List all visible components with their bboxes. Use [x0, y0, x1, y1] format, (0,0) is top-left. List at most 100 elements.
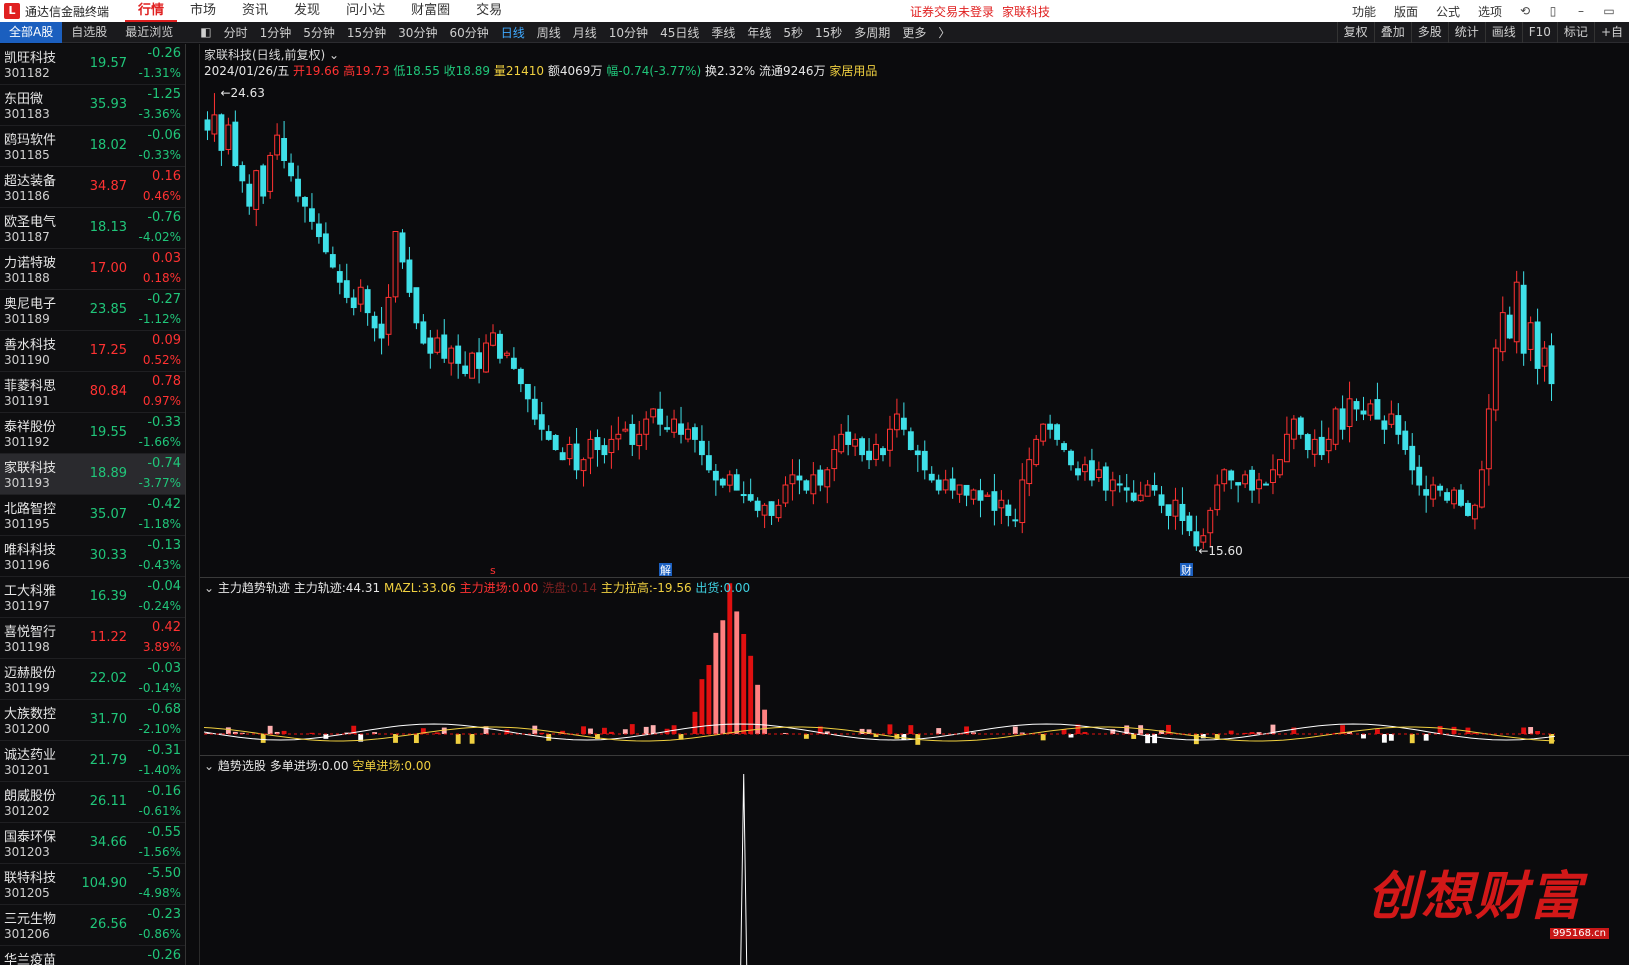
stock-row[interactable]: 喜悦智行 301198 11.22 0.42 3.89% — [0, 618, 185, 659]
indicator1-name[interactable]: 主力趋势轨迹 — [218, 581, 290, 595]
stock-row[interactable]: 东田微 301183 35.93 -1.25 -3.36% — [0, 85, 185, 126]
candle-body — [970, 489, 977, 500]
period-monthly[interactable]: 月线 — [567, 24, 603, 41]
tool-fuquan[interactable]: 复权 — [1336, 22, 1374, 43]
menu-gongshi[interactable]: 公式 — [1427, 3, 1469, 20]
period-15sec[interactable]: 15秒 — [809, 24, 848, 41]
period-yearly[interactable]: 年线 — [741, 24, 777, 41]
candle-body — [343, 280, 350, 298]
tab-all-a-shares[interactable]: 全部A股 — [0, 21, 63, 43]
stock-row[interactable]: 诚达药业 301201 21.79 -0.31 -1.40% — [0, 741, 185, 782]
sector-label[interactable]: 家居用品 — [829, 64, 877, 78]
watermark-logo: 创想财富 — [1366, 866, 1583, 927]
candle-body — [1235, 482, 1242, 486]
indicator-bar-neg — [260, 734, 266, 743]
collapse-icon-2[interactable]: ⌄ — [204, 759, 214, 773]
app-logo-icon: L — [4, 3, 20, 19]
candle-body — [845, 431, 852, 445]
stock-row[interactable]: 力诺特玻 301188 17.00 0.03 0.18% — [0, 249, 185, 290]
stock-price: 17.00 — [89, 261, 127, 276]
tool-add-watch[interactable]: +自 — [1593, 22, 1629, 43]
chart-options-icon[interactable]: ⌄ — [329, 48, 339, 62]
period-15min[interactable]: 15分钟 — [341, 24, 392, 41]
kline-chart[interactable]: ←24.63 ←15.60 解 财 s — [200, 44, 1629, 965]
tab-recent[interactable]: 最近浏览 — [116, 22, 182, 43]
tab-watchlist[interactable]: 自选股 — [62, 22, 116, 43]
menu-wenxiaoda[interactable]: 问小达 — [333, 0, 398, 22]
stock-row[interactable]: 大族数控 301200 31.70 -0.68 -2.10% — [0, 700, 185, 741]
candle-body — [1465, 502, 1471, 516]
stock-row[interactable]: 鸥玛软件 301185 18.02 -0.06 -0.33% — [0, 126, 185, 167]
refresh-icon[interactable]: ⟲ — [1511, 4, 1539, 18]
stock-row[interactable]: 联特科技 301205 104.90 -5.50 -4.98% — [0, 864, 185, 905]
collapse-icon[interactable]: ⌄ — [204, 581, 214, 595]
menu-zixun[interactable]: 资讯 — [229, 0, 281, 22]
period-60min[interactable]: 60分钟 — [443, 24, 494, 41]
stock-row[interactable]: 唯科科技 301196 30.33 -0.13 -0.43% — [0, 536, 185, 577]
candle-body — [907, 431, 914, 451]
stock-row[interactable]: 菲菱科思 301191 80.84 0.78 0.97% — [0, 372, 185, 413]
period-10min[interactable]: 10分钟 — [603, 24, 654, 41]
panel-toggle-icon[interactable]: ◧ — [194, 25, 217, 39]
tool-f10[interactable]: F10 — [1521, 22, 1557, 43]
period-quarterly[interactable]: 季线 — [705, 24, 741, 41]
stock-row[interactable]: 朗威股份 301202 26.11 -0.16 -0.61% — [0, 782, 185, 823]
chevron-right-icon[interactable]: 〉 — [932, 24, 956, 41]
tool-huaxian[interactable]: 画线 — [1484, 22, 1522, 43]
stock-row[interactable]: 奥尼电子 301189 23.85 -0.27 -1.12% — [0, 290, 185, 331]
period-weekly[interactable]: 周线 — [531, 24, 567, 41]
stock-row[interactable]: 善水科技 301190 17.25 0.09 0.52% — [0, 331, 185, 372]
stock-row[interactable]: 欧圣电气 301187 18.13 -0.76 -4.02% — [0, 208, 185, 249]
period-5min[interactable]: 5分钟 — [297, 24, 341, 41]
tool-duogu[interactable]: 多股 — [1410, 22, 1448, 43]
minimize-icon[interactable]: – — [1567, 4, 1595, 18]
menu-caifuquan[interactable]: 财富圈 — [398, 0, 463, 22]
stock-row[interactable]: 凯旺科技 301182 19.57 -0.26 -1.31% — [0, 44, 185, 85]
period-5sec[interactable]: 5秒 — [777, 24, 809, 41]
stock-pct: -0.43% — [138, 558, 181, 572]
panel-separator[interactable] — [200, 577, 1629, 578]
panel-separator-2[interactable] — [200, 755, 1629, 756]
period-daily[interactable]: 日线 — [495, 24, 531, 41]
candle-body — [949, 478, 956, 491]
period-fenshi[interactable]: 分时 — [218, 24, 254, 41]
stock-row[interactable]: 家联科技 301193 18.89 -0.74 -3.77% — [0, 454, 185, 495]
toolbar: 全部A股 自选股 最近浏览 ◧ 分时 1分钟 5分钟 15分钟 30分钟 60分… — [0, 21, 1629, 43]
period-1min[interactable]: 1分钟 — [254, 24, 298, 41]
menu-shichang[interactable]: 市场 — [177, 0, 229, 22]
stock-row[interactable]: 华兰疫苗 -0.26 — [0, 946, 185, 965]
period-multi[interactable]: 多周期 — [848, 24, 896, 41]
stock-row[interactable]: 迈赫股份 301199 22.02 -0.03 -0.14% — [0, 659, 185, 700]
candle-body — [357, 286, 364, 305]
period-45day[interactable]: 45日线 — [654, 24, 705, 41]
maximize-icon[interactable]: ▭ — [1595, 4, 1623, 18]
indicator2-name[interactable]: 趋势选股 — [218, 759, 266, 773]
candle-body — [1005, 504, 1012, 516]
menu-xuanxiang[interactable]: 选项 — [1469, 3, 1511, 20]
candle-body — [267, 154, 274, 192]
tool-tongji[interactable]: 统计 — [1447, 22, 1485, 43]
tool-biaoji[interactable]: 标记 — [1556, 22, 1594, 43]
menu-jiaoyi[interactable]: 交易 — [463, 0, 515, 22]
chart-area[interactable]: ←24.63 ←15.60 解 财 s 家联科技(日线,前复权) ⌄ 2024/01/2… — [199, 44, 1629, 965]
stock-row[interactable]: 工大科雅 301197 16.39 -0.04 -0.24% — [0, 577, 185, 618]
stock-row[interactable]: 国泰环保 301203 34.66 -0.55 -1.56% — [0, 823, 185, 864]
menu-banmian[interactable]: 版面 — [1385, 3, 1427, 20]
stock-row[interactable]: 三元生物 301206 26.56 -0.23 -0.86% — [0, 905, 185, 946]
login-status[interactable]: 证券交易未登录 — [910, 3, 994, 20]
stock-code: 301203 — [4, 845, 50, 859]
period-30min[interactable]: 30分钟 — [392, 24, 443, 41]
tool-diejia[interactable]: 叠加 — [1373, 22, 1411, 43]
candle-body — [1402, 430, 1409, 451]
menu-hangqing[interactable]: 行情 — [125, 0, 178, 22]
menu-gongneng[interactable]: 功能 — [1343, 3, 1385, 20]
candle-body — [462, 365, 469, 374]
stock-row[interactable]: 泰祥股份 301192 19.55 -0.33 -1.66% — [0, 413, 185, 454]
stock-row[interactable]: 超达装备 301186 34.87 0.16 0.46% — [0, 167, 185, 208]
period-more[interactable]: 更多 — [896, 24, 932, 41]
stock-change: 0.03 — [152, 251, 181, 266]
menu-faxian[interactable]: 发现 — [281, 0, 333, 22]
stock-row[interactable]: 北路智控 301195 35.07 -0.42 -1.18% — [0, 495, 185, 536]
phone-icon[interactable]: ▯ — [1539, 4, 1567, 18]
indicator-bar — [720, 620, 726, 734]
